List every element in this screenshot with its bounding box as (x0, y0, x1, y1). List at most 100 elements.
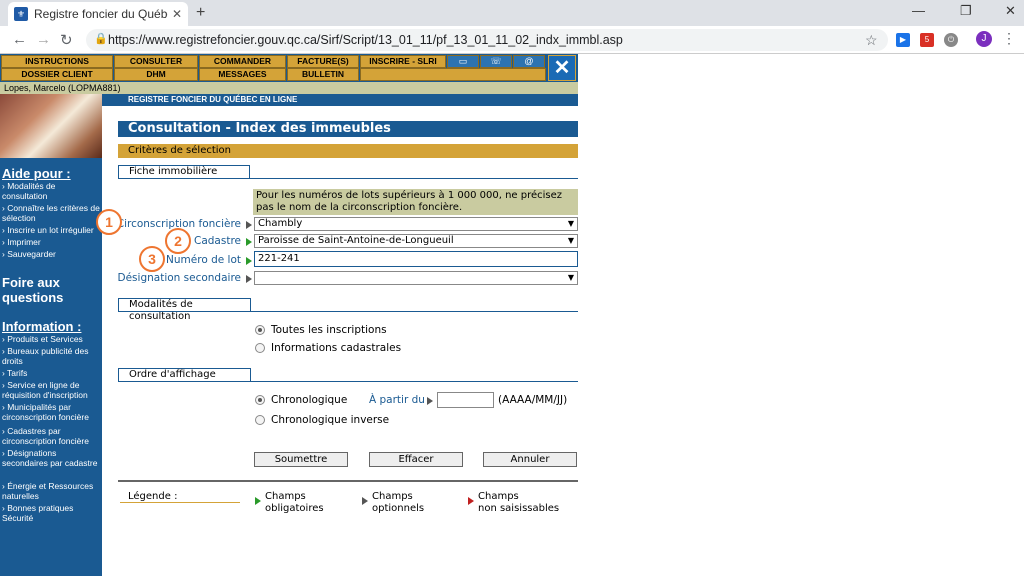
tab-title: Registre foncier du Québec en ligne (34, 7, 168, 21)
aide-link-criteres[interactable]: › Connaître les critères de sélection (2, 203, 101, 223)
submit-button[interactable]: Soumettre (254, 452, 348, 467)
menu-messages[interactable]: MESSAGES (199, 68, 286, 81)
phone-icon[interactable]: ☏ (480, 55, 512, 68)
foire-link[interactable]: Foire aux questions (2, 275, 100, 305)
cadastre-select[interactable]: Paroisse de Saint-Antoine-de-Longueuil ▼ (254, 234, 578, 248)
clear-button[interactable]: Effacer (369, 452, 463, 467)
numero-lot-label: Numéro de lot (166, 254, 241, 266)
chevron-down-icon: ▼ (567, 236, 574, 245)
aide-link-sauvegarder[interactable]: › Sauvegarder (2, 249, 101, 259)
circonscription-value: Chambly (258, 218, 303, 229)
aide-link-imprimer[interactable]: › Imprimer (2, 237, 101, 247)
browser-tab[interactable]: ⚜ Registre foncier du Québec en ligne ✕ (8, 2, 188, 26)
lot-number-note: Pour les numéros de lots supérieurs à 1 … (253, 189, 578, 215)
circonscription-select[interactable]: Chambly ▼ (254, 217, 578, 231)
readonly-arrow-icon (468, 497, 474, 505)
bookmark-star-icon[interactable]: ☆ (865, 32, 878, 49)
legend-underline (120, 502, 240, 503)
profile-avatar[interactable]: J (976, 31, 992, 47)
radio-chronologique[interactable] (255, 395, 265, 405)
modalites-section-line (118, 311, 578, 312)
legend-readonly: Champs non saisissables (478, 491, 559, 515)
menu-consulter[interactable]: CONSULTER (114, 55, 198, 68)
info-link-energie[interactable]: › Énergie et Ressources naturelles (2, 481, 101, 501)
menu-instructions[interactable]: INSTRUCTIONS (1, 55, 113, 68)
info-link-produits[interactable]: › Produits et Services (2, 334, 101, 344)
menu-dossier-client[interactable]: DOSSIER CLIENT (1, 68, 113, 81)
info-link-bureaux[interactable]: › Bureaux publicité des droits (2, 346, 101, 366)
extension-badge-count: 5 (924, 35, 930, 44)
legend-title: Légende : (128, 491, 178, 502)
designation-select[interactable]: ▼ (254, 271, 578, 285)
book-icon[interactable]: ▭ (447, 55, 479, 68)
radio-informations-cadastrales[interactable] (255, 343, 265, 353)
extension-power-icon[interactable]: ⏻ (944, 33, 958, 47)
chronologique-label: Chronologique (271, 394, 348, 406)
callout-3: 3 (139, 246, 165, 272)
info-link-securite[interactable]: › Bonnes pratiques Sécurité (2, 503, 101, 523)
site-banner: REGISTRE FONCIER DU QUÉBEC EN LIGNE (102, 94, 578, 106)
optional-arrow-icon (427, 397, 433, 405)
legend-required-line1: Champs (265, 491, 306, 502)
informations-cadastrales-label: Informations cadastrales (271, 342, 402, 354)
radio-toutes-inscriptions[interactable] (255, 325, 265, 335)
site-favicon-icon: ⚜ (14, 7, 28, 21)
minimize-icon[interactable]: — (912, 3, 925, 18)
info-link-designations[interactable]: › Désignations secondaires par cadastre (2, 448, 101, 468)
books-image (0, 94, 102, 158)
extension-cast-icon[interactable]: ▶ (896, 33, 910, 47)
close-session-icon[interactable]: ✕ (548, 55, 576, 81)
menu-dhm[interactable]: DHM (114, 68, 198, 81)
menu-bulletin[interactable]: BULLETIN (287, 68, 359, 81)
url-text: https://www.registrefoncier.gouv.qc.ca/S… (108, 33, 623, 47)
radio-chronologique-inverse[interactable] (255, 415, 265, 425)
cadastre-value: Paroisse de Saint-Antoine-de-Longueuil (258, 235, 454, 246)
info-link-municipalites[interactable]: › Municipalités par circonscription fonc… (2, 402, 101, 422)
menu-inscrire-slri[interactable]: INSCRIRE - SLRI (360, 55, 446, 68)
info-title: Information : (2, 319, 82, 334)
aide-link-modalites[interactable]: › Modalités de consultation (2, 181, 101, 201)
numero-lot-label-wrap: Numéro de lot (100, 252, 241, 268)
browser-tab-bar: ⚜ Registre foncier du Québec en ligne ✕ … (0, 0, 1024, 26)
new-tab-icon[interactable]: + (196, 4, 205, 22)
menu-factures[interactable]: FACTURE(S) (287, 55, 359, 68)
browser-toolbar: ← → ↻ 🔒 https://www.registrefoncier.gouv… (0, 26, 1024, 54)
address-bar[interactable]: 🔒 https://www.registrefoncier.gouv.qc.ca… (86, 29, 888, 51)
chronologique-inverse-label: Chronologique inverse (271, 414, 390, 426)
a-partir-label: À partir du (369, 394, 425, 406)
close-tab-icon[interactable]: ✕ (172, 7, 182, 21)
callout-2: 2 (165, 228, 191, 254)
optional-arrow-icon (246, 221, 252, 229)
info-link-requisition[interactable]: › Service en ligne de réquisition d'insc… (2, 380, 101, 400)
forward-icon[interactable]: → (36, 31, 51, 48)
optional-arrow-icon (362, 497, 368, 505)
cancel-button[interactable]: Annuler (483, 452, 577, 467)
modalites-section-label: Modalités de consultation (118, 298, 251, 322)
fiche-section-line (118, 178, 578, 179)
optional-arrow-icon (246, 275, 252, 283)
legend-readonly-line2: non saisissables (478, 503, 560, 514)
cadastre-label: Cadastre (194, 235, 241, 247)
email-icon[interactable]: @ (513, 55, 545, 68)
close-window-icon[interactable]: ✕ (1005, 3, 1016, 19)
browser-menu-icon[interactable]: ⋮ (1002, 30, 1016, 47)
fiche-section-label: Fiche immobilière (118, 165, 250, 179)
reload-icon[interactable]: ↻ (60, 31, 73, 49)
restore-icon[interactable]: ❐ (960, 3, 972, 19)
info-link-cadastres[interactable]: › Cadastres par circonscription foncière (2, 426, 101, 446)
ordre-section-label: Ordre d'affichage (118, 368, 251, 382)
info-link-tarifs[interactable]: › Tarifs (2, 368, 101, 378)
extension-badge-icon[interactable]: 5 (920, 33, 934, 47)
user-name: Lopes, Marcelo (LOPMA881) (0, 82, 578, 94)
legend-required-line2: obligatoires (265, 503, 324, 514)
required-arrow-icon (255, 497, 261, 505)
numero-lot-input[interactable]: 221-241 (254, 251, 578, 267)
ordre-section-line (118, 381, 578, 382)
date-format-hint: (AAAA/MM/JJ) (498, 394, 568, 406)
app-menu: INSTRUCTIONS CONSULTER COMMANDER FACTURE… (0, 54, 578, 82)
back-icon[interactable]: ← (12, 31, 27, 48)
aide-link-lot-irregulier[interactable]: › Inscrire un lot irrégulier (2, 225, 101, 235)
aide-title: Aide pour : (2, 166, 71, 181)
date-input[interactable] (437, 392, 494, 408)
menu-commander[interactable]: COMMANDER (199, 55, 286, 68)
